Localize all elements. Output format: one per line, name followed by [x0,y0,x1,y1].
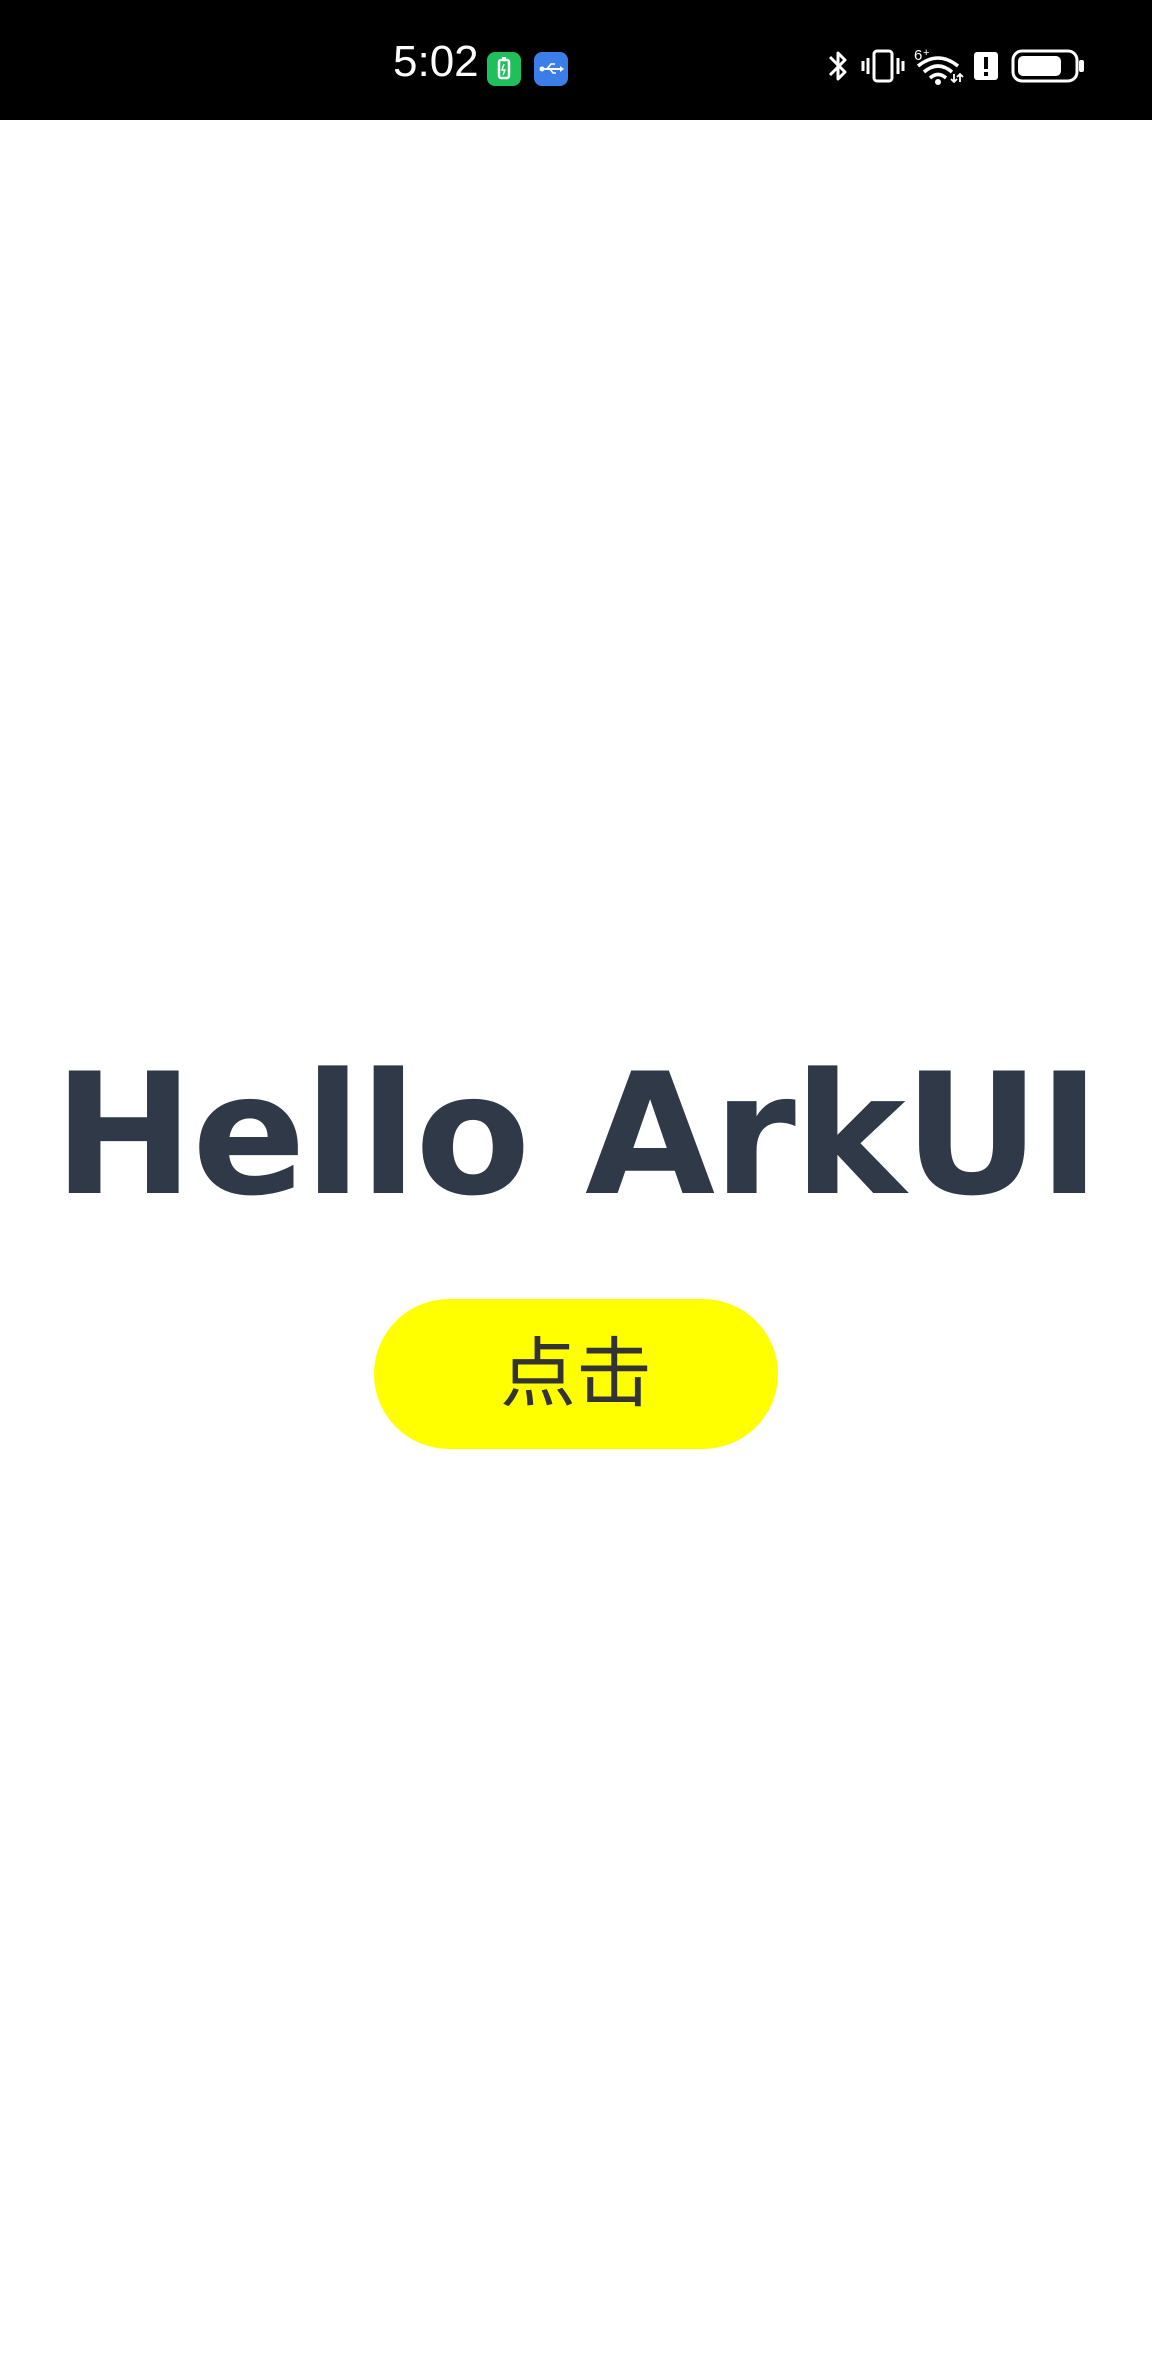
wifi-icon: 6 + [912,46,964,86]
wifi-badge: 6 [914,47,922,64]
svg-text:+: + [923,47,929,59]
bluetooth-icon [824,46,852,86]
usb-icon [534,52,568,86]
click-button[interactable]: 点击 [374,1299,778,1449]
app-content: Hello ArkUI 点击 [0,120,1152,2376]
status-bar: 5:02 6 + [0,0,1152,120]
battery-saver-icon [487,52,521,86]
battery-icon [1010,46,1086,86]
vibrate-icon [860,46,906,86]
alert-icon [972,46,1000,86]
page-title: Hello ArkUI [53,1037,1100,1233]
status-time: 5:02 [393,37,479,86]
